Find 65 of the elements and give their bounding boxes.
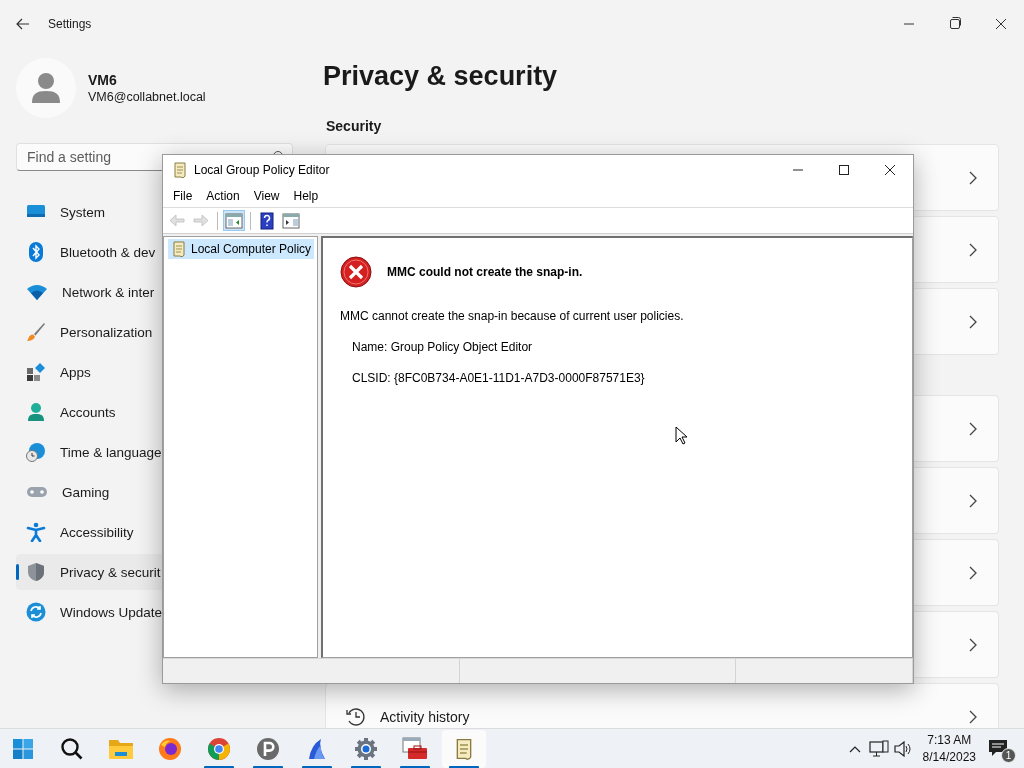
chevron-icon xyxy=(968,709,978,724)
user-name: VM6 xyxy=(88,72,118,88)
tree-pane-icon xyxy=(225,212,243,229)
cursor-icon xyxy=(675,426,688,445)
bluetooth-icon xyxy=(26,242,46,262)
nav-item[interactable]: Accounts xyxy=(16,394,296,430)
network-icon[interactable] xyxy=(868,739,889,758)
search-icon xyxy=(60,736,84,761)
sync-icon xyxy=(26,602,46,622)
history-icon xyxy=(346,706,366,727)
nav-item[interactable]: Personalization xyxy=(16,314,296,350)
globe-clock-icon xyxy=(26,442,46,462)
scroll-icon xyxy=(172,161,188,179)
section-heading: Security xyxy=(326,117,383,135)
nav-item[interactable]: Time & language xyxy=(16,434,296,470)
nav-item[interactable]: Network & inter xyxy=(16,274,296,310)
nav-item[interactable]: Gaming xyxy=(16,474,296,510)
page-title: Privacy & security xyxy=(323,60,559,93)
forward-arrow-icon xyxy=(192,212,210,229)
tree-item[interactable]: Local Computer Policy xyxy=(168,239,315,259)
error-message: MMC cannot create the snap-in because of current user policies. xyxy=(340,309,685,323)
chrome-icon xyxy=(207,736,231,761)
error-icon xyxy=(340,256,372,288)
wifi-icon xyxy=(26,282,48,302)
fox-globe-icon xyxy=(158,736,182,761)
chevron-icon xyxy=(968,637,978,652)
menu-item[interactable]: Help xyxy=(286,189,326,203)
action-pane-icon xyxy=(282,212,300,229)
accessibility-icon xyxy=(26,522,46,542)
menu-item[interactable]: View xyxy=(246,189,287,203)
window-title: Settings xyxy=(48,17,93,31)
message-icon xyxy=(988,737,1008,758)
gear-icon xyxy=(354,736,378,761)
clock[interactable]: 7:13 AM 8/14/2023 xyxy=(922,731,976,766)
start-icon xyxy=(12,737,34,760)
nav-item[interactable]: Apps xyxy=(16,354,296,390)
back-button[interactable] xyxy=(16,18,30,30)
error-title: MMC could not create the snap-in. xyxy=(387,265,583,279)
volume-icon[interactable] xyxy=(893,740,912,757)
toolbox-window-icon xyxy=(402,736,428,761)
shield-icon xyxy=(26,562,46,582)
chevron-icon xyxy=(968,242,978,257)
chevron-icon xyxy=(968,421,978,436)
person-icon xyxy=(26,402,46,422)
error-detail: CLSID: {8FC0B734-A0E1-11D1-A7D3-0000F87571E3} xyxy=(352,371,646,385)
p-circle-icon xyxy=(256,736,280,761)
help-book-icon xyxy=(260,211,274,230)
chevron-icon xyxy=(968,493,978,508)
brush-icon xyxy=(26,322,46,342)
user-email: VM6@collabnet.local xyxy=(88,90,206,104)
apps-icon xyxy=(26,362,46,382)
chevron-icon xyxy=(968,565,978,580)
menu-item[interactable]: Action xyxy=(199,189,247,203)
nav-item[interactable]: Accessibility xyxy=(16,514,296,550)
show-hidden-icons-button[interactable] xyxy=(848,744,861,753)
card-title: Activity history xyxy=(380,708,471,725)
scroll-icon xyxy=(171,240,187,258)
menu-item[interactable]: File xyxy=(166,189,200,203)
nav-item[interactable]: Windows Update xyxy=(16,594,296,630)
folder-icon xyxy=(108,737,134,760)
chevron-icon xyxy=(968,170,978,185)
error-detail: Name: Group Policy Object Editor xyxy=(352,340,534,354)
chevron-icon xyxy=(968,314,978,329)
notifications-button[interactable]: 1 xyxy=(986,734,1016,763)
back-arrow-icon xyxy=(168,212,186,229)
